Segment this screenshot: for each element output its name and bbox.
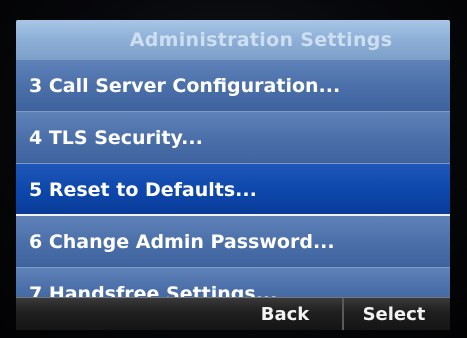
menu-item-tls-security[interactable]: 4 TLS Security...: [16, 112, 450, 164]
back-softkey[interactable]: Back: [246, 298, 324, 330]
select-softkey[interactable]: Select: [348, 298, 440, 330]
menu-item-change-admin-password[interactable]: 6 Change Admin Password...: [16, 216, 450, 268]
menu-item-label: 6 Change Admin Password...: [29, 231, 335, 253]
softkey-divider: [342, 298, 344, 330]
menu-item-label: 5 Reset to Defaults...: [29, 179, 257, 201]
menu-item-label: 3 Call Server Configuration...: [29, 75, 341, 97]
phone-screen: Administration Settings 3 Call Server Co…: [16, 20, 450, 330]
softkey-bar: Back Select: [16, 297, 450, 330]
settings-menu: 3 Call Server Configuration... 4 TLS Sec…: [16, 60, 450, 308]
menu-item-label: 4 TLS Security...: [29, 127, 203, 149]
title-bar: Administration Settings: [16, 20, 450, 60]
screen-title: Administration Settings: [129, 29, 393, 51]
menu-item-reset-to-defaults[interactable]: 5 Reset to Defaults...: [16, 164, 450, 216]
menu-item-call-server-configuration[interactable]: 3 Call Server Configuration...: [16, 60, 450, 112]
